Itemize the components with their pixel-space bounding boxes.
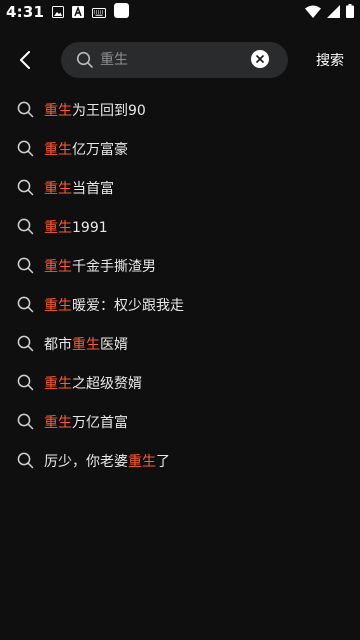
search-icon bbox=[76, 51, 94, 69]
clear-search-button[interactable] bbox=[251, 50, 269, 68]
suggestion-list: 重生为王回到90 重生亿万富豪 重生当首富 重生1991 重生千金手撕渣男 重生… bbox=[0, 90, 360, 480]
suggestion-text: 重生万亿首富 bbox=[44, 414, 128, 431]
wifi-icon bbox=[305, 3, 321, 22]
suggestion-text: 厉少，你老婆重生了 bbox=[44, 453, 170, 470]
suggestion-item[interactable]: 厉少，你老婆重生了 bbox=[0, 441, 360, 480]
search-button[interactable]: 搜索 bbox=[316, 50, 344, 70]
search-icon bbox=[17, 452, 34, 469]
suggestion-item[interactable]: 重生当首富 bbox=[0, 168, 360, 207]
suggestion-item[interactable]: 重生亿万富豪 bbox=[0, 129, 360, 168]
search-icon bbox=[17, 257, 34, 274]
close-icon bbox=[256, 55, 264, 63]
signal-icon bbox=[327, 3, 340, 22]
suggestion-text: 重生千金手撕渣男 bbox=[44, 258, 156, 275]
search-icon bbox=[17, 296, 34, 313]
highlight-keyword: 重生 bbox=[44, 414, 72, 431]
search-icon bbox=[17, 335, 34, 352]
suggestion-item[interactable]: 重生之超级赘婿 bbox=[0, 363, 360, 402]
highlight-keyword: 重生 bbox=[44, 258, 72, 275]
suggestion-text: 都市重生医婿 bbox=[44, 336, 128, 353]
highlight-keyword: 重生 bbox=[44, 219, 72, 236]
back-button[interactable] bbox=[12, 46, 40, 74]
suggestion-item[interactable]: 重生千金手撕渣男 bbox=[0, 246, 360, 285]
chevron-left-icon bbox=[20, 51, 30, 69]
search-icon bbox=[17, 179, 34, 196]
text-a-icon bbox=[72, 3, 85, 22]
highlight-keyword: 重生 bbox=[128, 453, 156, 470]
highlight-keyword: 重生 bbox=[44, 375, 72, 392]
highlight-keyword: 重生 bbox=[44, 180, 72, 197]
suggestion-text: 重生当首富 bbox=[44, 180, 114, 197]
search-icon bbox=[17, 374, 34, 391]
suggestion-item[interactable]: 都市重生医婿 bbox=[0, 324, 360, 363]
status-left: 4:31 bbox=[6, 2, 130, 22]
highlight-keyword: 重生 bbox=[44, 141, 72, 158]
image-icon bbox=[52, 3, 65, 22]
suggestion-text: 重生亿万富豪 bbox=[44, 141, 128, 158]
status-bar: 4:31 bbox=[0, 0, 360, 24]
status-right bbox=[305, 3, 354, 22]
highlight-keyword: 重生 bbox=[44, 297, 72, 314]
suggestion-text: 重生为王回到90 bbox=[44, 102, 146, 119]
suggestion-item[interactable]: 重生暖爱：权少跟我走 bbox=[0, 285, 360, 324]
app-square-icon bbox=[114, 2, 130, 22]
suggestion-text: 重生之超级赘婿 bbox=[44, 375, 142, 392]
highlight-keyword: 重生 bbox=[72, 336, 100, 353]
suggestion-item[interactable]: 重生1991 bbox=[0, 207, 360, 246]
highlight-keyword: 重生 bbox=[44, 102, 72, 119]
suggestion-text: 重生暖爱：权少跟我走 bbox=[44, 297, 184, 314]
search-header bbox=[0, 40, 360, 80]
search-input[interactable] bbox=[100, 50, 240, 70]
status-time: 4:31 bbox=[6, 3, 45, 21]
keyboard-icon bbox=[92, 3, 107, 22]
suggestion-text: 重生1991 bbox=[44, 219, 108, 236]
suggestion-item[interactable]: 重生为王回到90 bbox=[0, 90, 360, 129]
search-icon bbox=[17, 218, 34, 235]
battery-icon bbox=[346, 3, 354, 22]
search-icon bbox=[17, 140, 34, 157]
suggestion-item[interactable]: 重生万亿首富 bbox=[0, 402, 360, 441]
search-icon bbox=[17, 101, 34, 118]
search-icon bbox=[17, 413, 34, 430]
